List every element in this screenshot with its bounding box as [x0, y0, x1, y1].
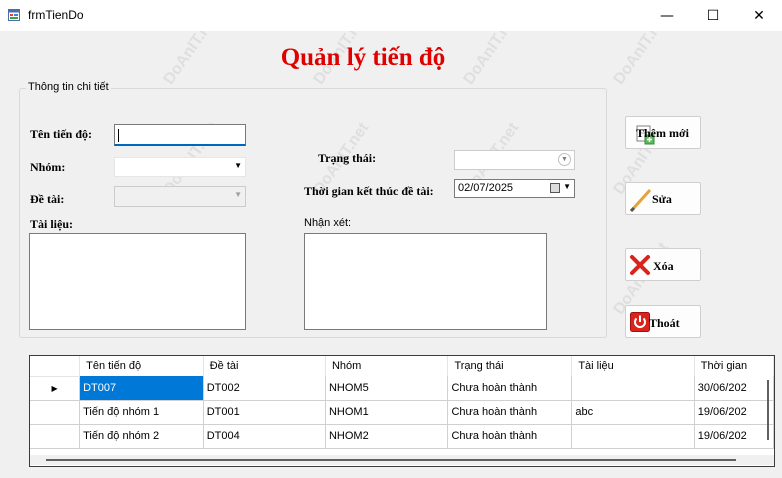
- calendar-icon: [550, 183, 560, 193]
- column-header[interactable]: Thời gian: [694, 356, 774, 376]
- grid-header-row: Tên tiến độ Đề tài Nhóm Trạng thái Tài l…: [30, 356, 774, 377]
- thoi-gian-label: Thời gian kết thúc đề tài:: [304, 184, 434, 198]
- sua-label: Sửa: [652, 192, 672, 206]
- table-cell[interactable]: [571, 424, 695, 449]
- window-title: frmTienDo: [28, 8, 84, 22]
- power-icon: [630, 312, 650, 332]
- row-header-corner: [30, 356, 81, 377]
- table-cell[interactable]: Tiến độ nhóm 2: [79, 424, 204, 449]
- column-header[interactable]: Nhóm: [325, 356, 449, 376]
- table-row[interactable]: Tiến độ nhóm 2 DT004 NHOM2 Chưa hoàn thà…: [30, 424, 774, 449]
- de-tai-combo[interactable]: ▼: [114, 186, 246, 207]
- table-cell[interactable]: 19/06/202: [694, 400, 774, 425]
- table-cell[interactable]: 30/06/202: [694, 376, 774, 401]
- trang-thai-label: Trạng thái:: [318, 151, 377, 165]
- chevron-down-icon: ▼: [558, 153, 571, 166]
- vertical-scrollbar[interactable]: [765, 376, 773, 454]
- table-cell[interactable]: Chưa hoàn thành: [447, 400, 573, 425]
- table-row[interactable]: Tiến độ nhóm 1 DT001 NHOM1 Chưa hoàn thà…: [30, 400, 774, 425]
- column-header[interactable]: Đề tài: [203, 356, 326, 376]
- text-caret: [118, 129, 119, 142]
- maximize-button[interactable]: ☐: [690, 0, 736, 31]
- minimize-button[interactable]: —: [644, 0, 690, 31]
- thoi-gian-datepicker[interactable]: 02/07/2025 ▼: [454, 179, 575, 198]
- scroll-thumb[interactable]: [46, 459, 736, 461]
- chevron-down-icon: ▼: [563, 182, 571, 191]
- xoa-button[interactable]: Xóa: [625, 248, 701, 281]
- page-title: Quản lý tiến độ: [0, 44, 782, 72]
- sua-button[interactable]: Sửa: [625, 182, 701, 215]
- tai-lieu-textarea[interactable]: [29, 233, 246, 330]
- de-tai-label: Đề tài:: [30, 192, 65, 206]
- table-cell[interactable]: DT004: [203, 424, 326, 449]
- groupbox-label: Thông tin chi tiết: [26, 81, 111, 93]
- table-cell[interactable]: NHOM2: [325, 424, 449, 449]
- ten-tien-do-input[interactable]: [114, 124, 246, 146]
- trang-thai-combo[interactable]: ▼: [454, 150, 575, 170]
- table-cell[interactable]: [571, 376, 695, 401]
- table-cell[interactable]: DT007: [79, 376, 204, 401]
- nhan-xet-label: Nhận xét:: [304, 217, 352, 229]
- scroll-thumb[interactable]: [767, 380, 769, 440]
- column-header[interactable]: Trạng thái: [447, 356, 573, 376]
- page-title-text: Quản lý tiến độ: [280, 44, 446, 71]
- row-header[interactable]: [30, 400, 81, 425]
- xoa-label: Xóa: [653, 259, 674, 273]
- column-header[interactable]: Tài liệu: [571, 356, 695, 376]
- ten-tien-do-label: Tên tiến độ:: [30, 127, 93, 141]
- table-cell[interactable]: NHOM1: [325, 400, 449, 425]
- progress-datagrid[interactable]: Tên tiến độ Đề tài Nhóm Trạng thái Tài l…: [29, 355, 775, 467]
- thoat-label: Thoát: [649, 316, 680, 330]
- current-row-marker[interactable]: ▶: [30, 376, 81, 401]
- table-cell[interactable]: Chưa hoàn thành: [447, 376, 573, 401]
- table-cell[interactable]: NHOM5: [325, 376, 449, 401]
- nhom-combo[interactable]: ▼: [114, 157, 246, 177]
- chevron-down-icon: ▼: [234, 161, 242, 170]
- chevron-down-icon: ▼: [234, 190, 242, 199]
- row-header[interactable]: [30, 424, 81, 449]
- table-cell[interactable]: Tiến độ nhóm 1: [79, 400, 204, 425]
- table-cell[interactable]: Chưa hoàn thành: [447, 424, 573, 449]
- them-moi-button[interactable]: Thêm mới: [625, 116, 701, 149]
- pencil-icon: [629, 188, 652, 213]
- table-cell[interactable]: 19/06/202: [694, 424, 774, 449]
- window-titlebar[interactable]: frmTienDo — ☐ ✕: [0, 0, 782, 31]
- grid-table: Tên tiến độ Đề tài Nhóm Trạng thái Tài l…: [30, 356, 774, 449]
- close-button[interactable]: ✕: [736, 0, 782, 31]
- tai-lieu-label: Tài liệu:: [30, 217, 74, 231]
- column-header[interactable]: Tên tiến độ: [79, 356, 204, 376]
- table-row[interactable]: ▶ DT007 DT002 NHOM5 Chưa hoàn thành 30/0…: [30, 376, 774, 401]
- date-value: 02/07/2025: [458, 182, 514, 194]
- table-cell[interactable]: DT002: [203, 376, 326, 401]
- app-icon: [8, 9, 20, 21]
- horizontal-scrollbar[interactable]: [30, 455, 774, 465]
- them-moi-label: Thêm mới: [636, 126, 689, 140]
- delete-x-icon: [630, 255, 650, 275]
- table-cell[interactable]: DT001: [203, 400, 326, 425]
- nhan-xet-textarea[interactable]: [304, 233, 547, 330]
- table-cell[interactable]: abc: [571, 400, 695, 425]
- thoat-button[interactable]: Thoát: [625, 305, 701, 338]
- nhom-label: Nhóm:: [30, 160, 66, 174]
